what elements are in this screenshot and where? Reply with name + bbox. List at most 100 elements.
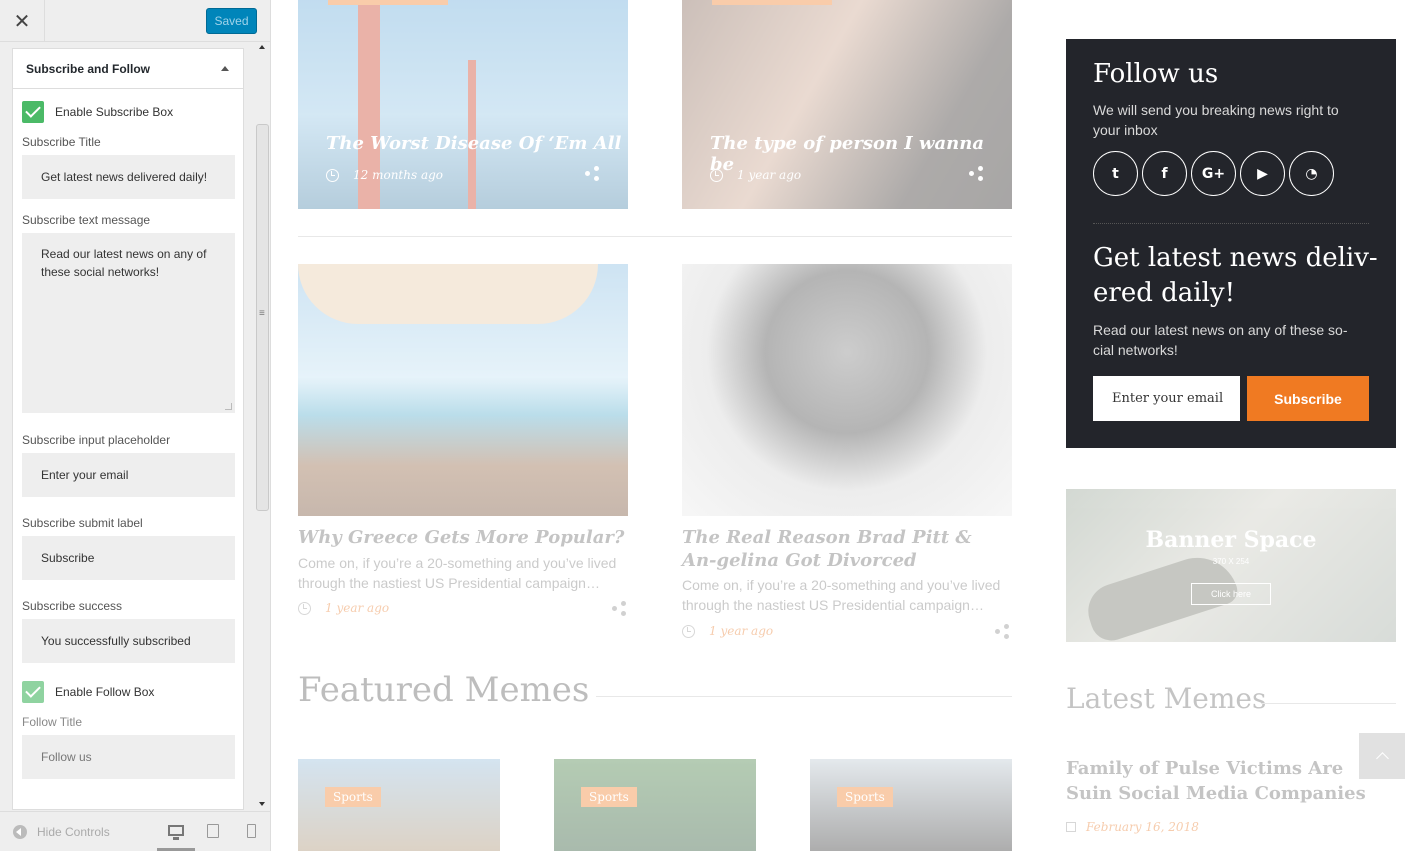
customizer-controls: Subscribe and Follow Enable Subscribe Bo… <box>12 48 244 810</box>
latest-memes-title: Latest Memes <box>1066 682 1267 715</box>
share-icon[interactable] <box>969 166 983 181</box>
collapse-icon <box>13 824 27 839</box>
post-1-time: 1 year ago <box>298 601 389 615</box>
category-badge[interactable]: Sports <box>325 787 381 807</box>
follow-title: Follow us <box>1093 59 1219 89</box>
calendar-icon <box>1066 822 1076 832</box>
resize-grip-icon[interactable] <box>225 403 232 410</box>
category-badge[interactable]: Sports <box>837 787 893 807</box>
card-1-time: 12 months ago <box>326 168 443 182</box>
subscribe-success-input[interactable]: You successfully subscribed <box>22 619 235 663</box>
post-1-title[interactable]: Why Greece Gets More Popular? <box>298 526 628 549</box>
card-1-time-text: 12 months ago <box>353 168 443 182</box>
category-strip <box>328 0 448 5</box>
subscribe-placeholder-label: Subscribe input placeholder <box>22 433 171 447</box>
meme-card-2[interactable]: Sports <box>554 759 756 851</box>
scroll-down-icon[interactable] <box>259 802 265 806</box>
subscribe-submit-label: Subscribe submit label <box>22 516 143 530</box>
scrollbar-thumb[interactable] <box>256 124 269 511</box>
enable-follow-checkbox-row[interactable]: Enable Follow Box <box>22 669 234 715</box>
follow-title-input[interactable]: Follow us <box>22 735 235 779</box>
meme-card-1[interactable]: Sports <box>298 759 500 851</box>
enable-follow-label: Enable Follow Box <box>55 685 155 699</box>
customizer-footer: Hide Controls <box>0 811 270 851</box>
share-icon[interactable] <box>585 166 599 181</box>
banner-title: Banner Space <box>1145 527 1317 553</box>
post-image-greece[interactable] <box>298 264 628 516</box>
saved-button[interactable]: Saved <box>206 8 257 34</box>
banner-size: 370 X 254 <box>1212 557 1250 566</box>
latest-divider <box>1261 703 1396 704</box>
post-card-1[interactable]: The Worst Disease Of ‘Em All 12 months a… <box>298 0 628 209</box>
enable-subscribe-checkbox-row[interactable]: Enable Subscribe Box <box>22 89 234 135</box>
latest-post-date-text: February 16, 2018 <box>1086 820 1199 834</box>
hide-controls-label: Hide Controls <box>37 824 110 839</box>
email-input[interactable]: Enter your email <box>1093 376 1240 421</box>
banner-ad[interactable]: Banner Space 370 X 254 Click here <box>1066 489 1396 642</box>
featured-divider <box>596 696 1012 697</box>
subscribe-placeholder-input[interactable]: Enter your email <box>22 453 235 497</box>
enable-follow-checkbox[interactable] <box>22 681 44 703</box>
close-icon[interactable]: ✕ <box>0 0 45 42</box>
subscribe-title-input[interactable]: Get latest news delivered daily! <box>22 155 235 199</box>
category-strip-2 <box>712 0 832 5</box>
post-1-excerpt: Come on, if you’re a 20-something and yo… <box>298 555 617 591</box>
enable-subscribe-label: Enable Subscribe Box <box>55 105 174 119</box>
desktop-preview-icon[interactable] <box>168 825 184 840</box>
row-divider <box>298 236 1012 237</box>
customizer-scrollbar[interactable] <box>256 42 270 810</box>
subscribe-text-value: Read our latest news on any of these soc… <box>41 247 207 279</box>
scroll-up-icon[interactable] <box>259 45 265 49</box>
clock-icon <box>710 168 723 182</box>
rss-icon[interactable]: ◔ <box>1289 151 1334 196</box>
latest-post-date: February 16, 2018 <box>1066 820 1199 834</box>
mobile-preview-icon[interactable] <box>247 824 256 838</box>
featured-memes-title: Featured Memes <box>298 670 590 710</box>
post-1-time-text: 1 year ago <box>325 601 390 615</box>
section-title[interactable]: Subscribe and Follow <box>13 48 243 89</box>
share-icon[interactable] <box>995 624 1009 639</box>
youtube-icon[interactable]: ▶ <box>1240 151 1285 196</box>
card-2-time-text: 1 year ago <box>737 168 802 182</box>
follow-widget: Follow us We will send you breaking news… <box>1066 39 1396 448</box>
category-badge[interactable]: Sports <box>581 787 637 807</box>
post-image-portrait[interactable] <box>682 264 1012 516</box>
latest-post-title[interactable]: Family of Pulse Victims Are Suin Social … <box>1066 756 1366 806</box>
customizer-panel: ✕ Saved Subscribe and Follow Enable Subs… <box>0 0 271 851</box>
share-icon[interactable] <box>612 601 626 616</box>
follow-subtitle: We will send you breaking news right to … <box>1093 102 1339 138</box>
tablet-preview-icon[interactable] <box>207 824 219 838</box>
subscribe-button[interactable]: Subscribe <box>1247 376 1369 421</box>
facebook-icon[interactable]: f <box>1142 151 1187 196</box>
back-to-top-button[interactable] <box>1359 733 1405 779</box>
banner-button[interactable]: Click here <box>1191 583 1271 605</box>
twitter-icon[interactable]: t <box>1093 151 1138 196</box>
card-2-time: 1 year ago <box>710 168 801 182</box>
subscribe-text: Read our latest news on any of these so-… <box>1093 322 1348 358</box>
meme-card-3[interactable]: Sports <box>810 759 1012 851</box>
enable-subscribe-checkbox[interactable] <box>22 101 44 123</box>
subscribe-submit-input[interactable]: Subscribe <box>22 536 235 580</box>
site-preview: The Worst Disease Of ‘Em All 12 months a… <box>271 0 1419 851</box>
clock-icon <box>326 168 339 182</box>
post-2-time-text: 1 year ago <box>709 624 774 638</box>
customizer-header: ✕ Saved <box>0 0 270 42</box>
subscribe-success-label: Subscribe success <box>22 599 123 613</box>
clock-icon <box>682 624 695 638</box>
card-1-title[interactable]: The Worst Disease Of ‘Em All <box>326 133 621 154</box>
subscribe-text-textarea[interactable]: Read our latest news on any of these soc… <box>22 233 235 413</box>
follow-title-label: Follow Title <box>22 715 83 729</box>
section-title-label: Subscribe and Follow <box>26 61 151 76</box>
clock-icon <box>298 601 311 615</box>
collapse-arrow-icon[interactable] <box>221 66 229 71</box>
post-2-title[interactable]: The Real Reason Brad Pitt & An-gelina Go… <box>682 526 982 572</box>
umbrella-image <box>298 264 598 324</box>
subscribe-title: Get latest news deliv-ered daily! <box>1093 243 1378 308</box>
social-icons: t f G+ ▶ ◔ <box>1093 151 1338 196</box>
post-card-2[interactable]: The type of person I wanna be 1 year ago <box>682 0 1012 209</box>
post-2-excerpt: Come on, if you’re a 20-something and yo… <box>682 577 1001 613</box>
widget-divider <box>1093 223 1369 224</box>
google-plus-icon[interactable]: G+ <box>1191 151 1236 196</box>
hide-controls-button[interactable]: Hide Controls <box>13 824 110 839</box>
post-2-time: 1 year ago <box>682 624 773 638</box>
